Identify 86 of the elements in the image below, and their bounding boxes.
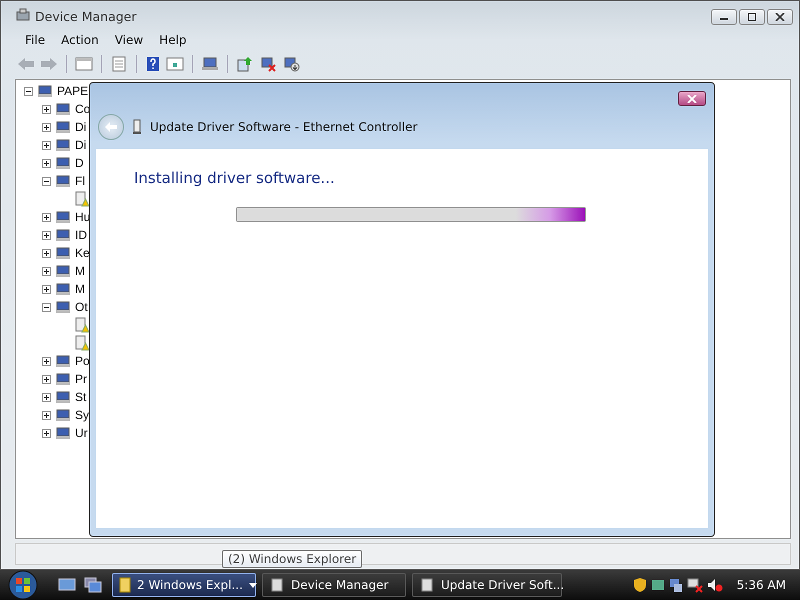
back-arrow-icon: [104, 121, 118, 133]
close-button[interactable]: [767, 9, 793, 25]
expand-icon[interactable]: [42, 104, 51, 114]
start-button[interactable]: [6, 570, 40, 600]
clock[interactable]: 5:36 AM: [736, 578, 786, 592]
taskbar-button[interactable]: Update Driver Soft...: [412, 573, 562, 597]
caret-icon: [248, 582, 257, 588]
tree-item[interactable]: Ur: [75, 426, 88, 440]
taskbar-button[interactable]: 2 Windows Expl...: [112, 573, 256, 597]
tree-item[interactable]: Po: [75, 354, 90, 368]
collapse-icon[interactable]: [24, 86, 33, 96]
tree-item[interactable]: Ke: [75, 246, 90, 260]
uninstall-icon[interactable]: [259, 56, 277, 72]
device-icon: [55, 299, 71, 315]
device-icon: [55, 371, 71, 387]
folder-icon: [119, 577, 131, 593]
expand-icon[interactable]: [42, 392, 51, 402]
dialog-heading: Installing driver software...: [134, 169, 335, 187]
tree-item[interactable]: D: [75, 156, 84, 170]
tree-item[interactable]: Sy: [75, 408, 90, 422]
tree-item[interactable]: Di: [75, 120, 86, 134]
tree-item[interactable]: Di: [75, 138, 86, 152]
dialog-title: Update Driver Software - Ethernet Controller: [150, 120, 418, 134]
muted-speaker-icon[interactable]: [706, 577, 723, 593]
device-icon: [37, 83, 53, 99]
shield-icon[interactable]: [632, 577, 647, 593]
taskbar-button[interactable]: Device Manager: [262, 573, 406, 597]
tree-item[interactable]: PAPE: [57, 84, 88, 98]
device-icon: [55, 227, 71, 243]
close-icon: [775, 13, 785, 21]
device-icon: [55, 389, 71, 405]
device-icon: [55, 353, 71, 369]
expand-icon[interactable]: [42, 356, 51, 366]
tree-item[interactable]: Ot: [75, 300, 88, 314]
device-icon: [55, 173, 71, 189]
expand-icon[interactable]: [42, 158, 51, 168]
tree-item[interactable]: Pr: [75, 372, 87, 386]
tree-item[interactable]: ID: [75, 228, 87, 242]
tree-item[interactable]: Fl: [75, 174, 85, 188]
expand-icon[interactable]: [42, 374, 51, 384]
tree-item[interactable]: M: [75, 282, 85, 296]
device-icon: [55, 407, 71, 423]
device-icon: [55, 155, 71, 171]
maximize-icon: [747, 13, 757, 21]
expand-icon[interactable]: [42, 410, 51, 420]
device-icon: [55, 119, 71, 135]
window-icon: [419, 577, 435, 593]
device-icon: [55, 209, 71, 225]
desktop-icon[interactable]: [58, 577, 76, 593]
expand-icon[interactable]: [42, 230, 51, 240]
device-icon: [55, 263, 71, 279]
expand-icon[interactable]: [42, 428, 51, 438]
device-icon: [55, 425, 71, 441]
menu-item[interactable]: Help: [151, 33, 195, 47]
update-driver-icon[interactable]: [236, 56, 254, 72]
network-error-icon[interactable]: [686, 577, 703, 593]
expand-icon[interactable]: [42, 212, 51, 222]
tooltip: (2) Windows Explorer: [222, 550, 362, 568]
menu-item[interactable]: File: [17, 33, 54, 47]
network-card-icon: [132, 119, 142, 135]
panel-icon[interactable]: [75, 56, 93, 72]
properties-icon[interactable]: [110, 56, 128, 72]
collapse-icon[interactable]: [42, 176, 51, 186]
panel-icon[interactable]: [166, 56, 184, 72]
help-icon[interactable]: [145, 56, 161, 72]
collapse-icon[interactable]: [42, 302, 51, 312]
device-icon: [55, 101, 71, 117]
switch-windows-icon[interactable]: [84, 577, 102, 593]
expand-icon[interactable]: [42, 266, 51, 276]
device-icon: [55, 137, 71, 153]
minimize-button[interactable]: [711, 9, 737, 25]
device-icon: [55, 245, 71, 261]
device-icon: [55, 281, 71, 297]
close-icon: [687, 94, 697, 102]
tree-item[interactable]: M: [75, 264, 85, 278]
tree-item[interactable]: St: [75, 390, 86, 404]
expand-icon[interactable]: [42, 140, 51, 150]
close-button[interactable]: [678, 91, 706, 106]
expand-icon[interactable]: [42, 122, 51, 132]
window-icon: [269, 577, 285, 593]
expand-icon[interactable]: [42, 248, 51, 258]
menu-item[interactable]: View: [106, 33, 152, 47]
menu-item[interactable]: Action: [53, 33, 107, 47]
window-title: Device Manager: [35, 8, 137, 24]
expand-icon[interactable]: [42, 284, 51, 294]
maximize-button[interactable]: [739, 9, 765, 25]
